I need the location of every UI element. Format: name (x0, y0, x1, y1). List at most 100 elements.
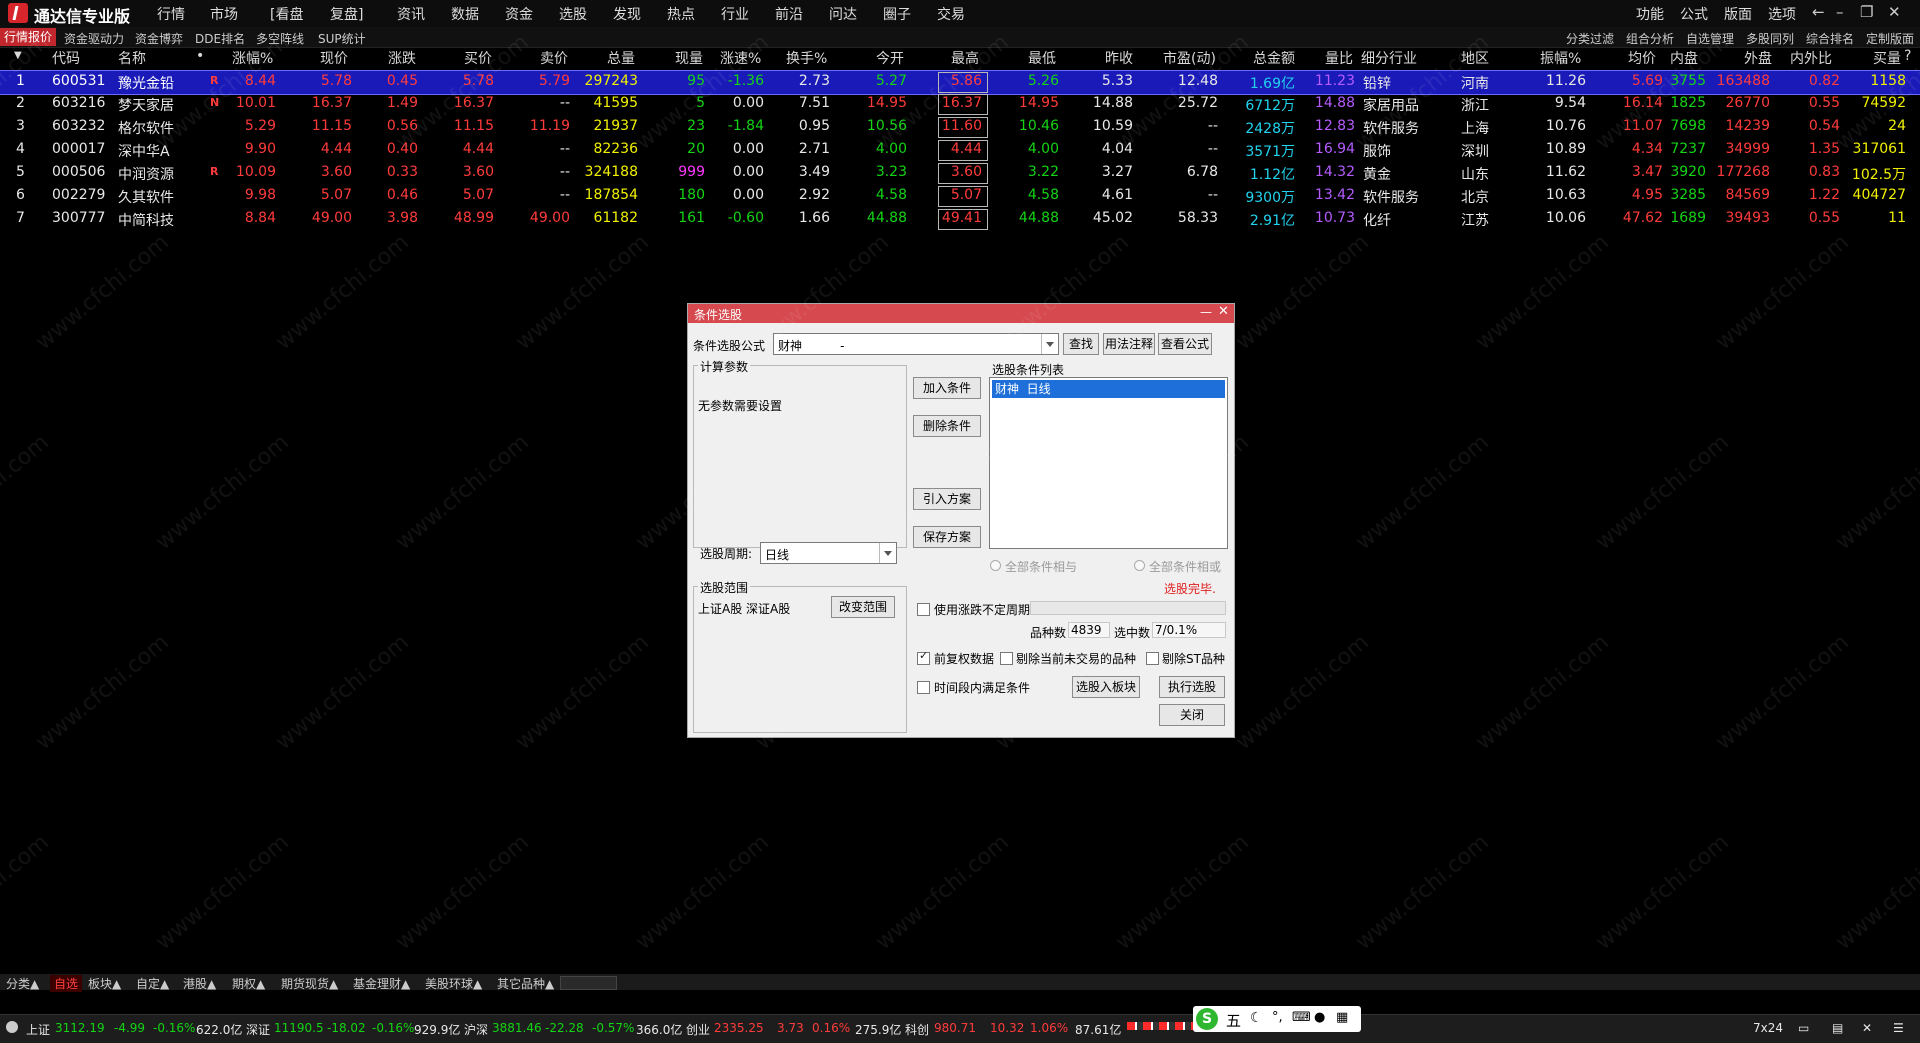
menu-item-2[interactable]: [看盘 (270, 4, 303, 24)
close-icon[interactable]: ✕ (1888, 3, 1901, 21)
tab-fund-game[interactable]: 资金博弈 (135, 30, 183, 47)
header-prev-close[interactable]: 昨收 (1105, 48, 1133, 68)
btab-hk[interactable]: 港股▲ (183, 975, 216, 992)
menu-item-1[interactable]: 市场 (210, 4, 238, 24)
formula-select[interactable]: 财神 - (773, 333, 1059, 355)
add-to-block-button[interactable]: 选股入板块 (1072, 676, 1140, 698)
header-bid-vol[interactable]: 买量 (1873, 48, 1901, 68)
dialog-minimize-icon[interactable]: — (1200, 305, 1212, 319)
table-row[interactable]: 2 603216 梦天家居 N 10.01 16.37 1.49 16.37 -- 41595 5 0… (0, 93, 1920, 116)
menu-item-6[interactable]: 资金 (505, 4, 533, 24)
menu-item-11[interactable]: 前沿 (775, 4, 803, 24)
tab-quotes[interactable]: 行情报价 (0, 28, 57, 46)
find-button[interactable]: 查找 (1063, 333, 1099, 355)
menu-function[interactable]: 功能 (1636, 4, 1664, 24)
btab-category[interactable]: 分类▲ (6, 975, 39, 992)
header-amount[interactable]: 总金额 (1253, 48, 1295, 68)
dialog-title-bar[interactable]: 条件选股 — ✕ (688, 304, 1234, 323)
header-vol-ratio[interactable]: 量比 (1325, 48, 1353, 68)
tab-multi-stock[interactable]: 多股同列 (1746, 30, 1794, 47)
tab-rank[interactable]: 综合排名 (1806, 30, 1854, 47)
tab-watchlist[interactable]: 自选管理 (1686, 30, 1734, 47)
status-chat-icon[interactable]: ▤ (1832, 1021, 1843, 1035)
ime-mode[interactable]: 五 (1226, 1010, 1241, 1031)
header-io-ratio[interactable]: 内外比 (1790, 48, 1832, 68)
header-amplitude[interactable]: 振幅% (1540, 48, 1581, 68)
exclude-st-checkbox[interactable] (1146, 652, 1159, 665)
header-open[interactable]: 今开 (876, 48, 904, 68)
horizontal-scrollbar[interactable] (560, 976, 617, 990)
menu-item-12[interactable]: 问达 (829, 4, 857, 24)
tab-sup-stats[interactable]: SUP统计 (318, 30, 366, 47)
menu-layout[interactable]: 版面 (1724, 4, 1752, 24)
header-cur-vol[interactable]: 现量 (675, 48, 703, 68)
period-select[interactable]: 日线 (760, 542, 897, 564)
header-ask[interactable]: 卖价 (540, 48, 568, 68)
menu-item-14[interactable]: 交易 (937, 4, 965, 24)
menu-item-10[interactable]: 行业 (721, 4, 749, 24)
header-outer[interactable]: 外盘 (1744, 48, 1772, 68)
condition-list-item[interactable]: 财神 日线 (992, 380, 1225, 398)
menu-item-0[interactable]: 行情 (157, 4, 185, 24)
import-scheme-button[interactable]: 引入方案 (913, 488, 981, 510)
ime-moon-icon[interactable]: ☾ (1250, 1010, 1263, 1026)
add-condition-button[interactable]: 加入条件 (913, 377, 981, 399)
tab-dde-rank[interactable]: DDE排名 (195, 30, 245, 47)
change-scope-button[interactable]: 改变范围 (831, 596, 895, 618)
status-menu-icon[interactable]: ☰ (1893, 1021, 1904, 1035)
tab-category-filter[interactable]: 分类过滤 (1566, 30, 1614, 47)
header-more-icon[interactable]: ? (1904, 48, 1911, 64)
use-variable-period-checkbox[interactable] (917, 603, 930, 616)
header-bid[interactable]: 买价 (464, 48, 492, 68)
menu-formula[interactable]: 公式 (1680, 4, 1708, 24)
header-avg[interactable]: 均价 (1628, 48, 1656, 68)
header-low[interactable]: 最低 (1028, 48, 1056, 68)
menu-item-13[interactable]: 圈子 (883, 4, 911, 24)
header-speed[interactable]: 涨速% (720, 48, 761, 68)
status-hs-name[interactable]: 沪深 (464, 1021, 488, 1038)
header-high[interactable]: 最高 (951, 48, 979, 68)
ime-grid-icon[interactable]: ▦ (1336, 1010, 1348, 1025)
close-button[interactable]: 关闭 (1159, 704, 1225, 726)
header-region[interactable]: 地区 (1461, 48, 1489, 68)
status-close-icon[interactable] (6, 1021, 18, 1033)
execute-selection-button[interactable]: 执行选股 (1159, 676, 1225, 698)
ime-punct-icon[interactable]: °, (1272, 1010, 1283, 1025)
menu-item-4[interactable]: 资讯 (397, 4, 425, 24)
menu-options[interactable]: 选项 (1768, 4, 1796, 24)
header-vol[interactable]: 总量 (607, 48, 635, 68)
header-chg-pct[interactable]: 涨幅% (232, 48, 273, 68)
ime-user-icon[interactable]: ● (1314, 1010, 1325, 1025)
menu-item-7[interactable]: 选股 (559, 4, 587, 24)
table-row[interactable]: 7 300777 中简科技 8.84 49.00 3.98 48.99 49.00 61182 1… (0, 208, 1920, 231)
btab-futures[interactable]: 期货现货▲ (281, 975, 338, 992)
header-name[interactable]: 名称 (118, 48, 146, 68)
tab-custom-layout[interactable]: 定制版面 (1866, 30, 1914, 47)
ime-keyboard-icon[interactable]: ⌨ (1292, 1010, 1311, 1025)
condition-list[interactable]: 财神 日线 (989, 377, 1228, 549)
chevron-down-icon[interactable] (879, 543, 896, 563)
status-cy-name[interactable]: 创业 (686, 1021, 710, 1038)
header-pe[interactable]: 市盈(动) (1163, 48, 1216, 68)
btab-other[interactable]: 其它品种▲ (497, 975, 554, 992)
sort-arrow-icon[interactable]: ▼ (14, 50, 22, 61)
header-flag[interactable]: • (196, 48, 204, 64)
save-scheme-button[interactable]: 保存方案 (913, 526, 981, 548)
view-formula-button[interactable]: 查看公式 (1158, 333, 1212, 355)
table-row[interactable]: 3 603232 格尔软件 5.29 11.15 0.56 11.15 11.19 21937 2… (0, 116, 1920, 139)
dialog-close-icon[interactable]: ✕ (1218, 304, 1229, 319)
table-row[interactable]: 4 000017 深中华A 9.90 4.44 0.40 4.44 -- 82236 20 0.00… (0, 139, 1920, 162)
header-industry[interactable]: 细分行业 (1361, 48, 1417, 68)
table-row[interactable]: 5 000506 中润资源 R 10.09 3.60 0.33 3.60 -- 324188 999… (0, 162, 1920, 185)
exclude-untraded-checkbox[interactable] (1000, 652, 1013, 665)
usage-note-button[interactable]: 用法注释 (1103, 333, 1155, 355)
header-price[interactable]: 现价 (320, 48, 348, 68)
minimize-icon[interactable]: – (1836, 3, 1844, 21)
tab-long-short[interactable]: 多空阵线 (256, 30, 304, 47)
status-mute-icon[interactable]: ✕ (1862, 1021, 1872, 1035)
menu-item-5[interactable]: 数据 (451, 4, 479, 24)
header-turnover[interactable]: 换手% (786, 48, 827, 68)
back-arrow-icon[interactable]: ← (1812, 3, 1825, 21)
radio-and[interactable] (990, 560, 1001, 571)
btab-us[interactable]: 美股环球▲ (425, 975, 482, 992)
